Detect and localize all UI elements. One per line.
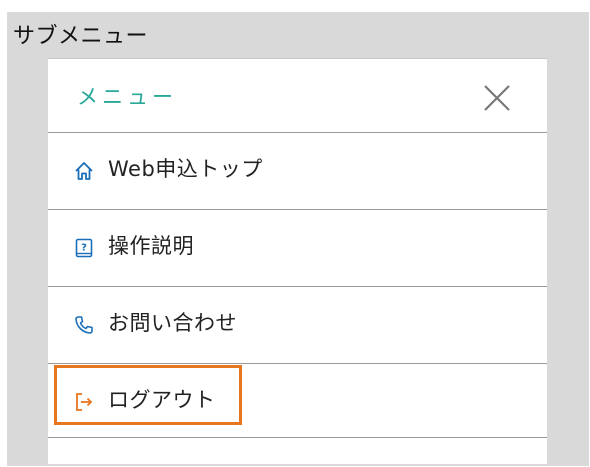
close-icon <box>484 85 510 111</box>
menu-title: メニュー <box>77 85 177 109</box>
menu-item-label: Web申込トップ <box>108 157 263 181</box>
submenu-frame: サブメニュー メニュー Web申込トップ ? 操作説明 お問い合わせ ログアウト <box>7 12 589 466</box>
logout-highlight-box <box>54 365 242 425</box>
menu-header: メニュー <box>48 58 547 132</box>
phone-icon <box>75 316 93 334</box>
menu-item-label: お問い合わせ <box>108 311 237 335</box>
menu-item-contact[interactable]: お問い合わせ <box>48 287 547 363</box>
divider <box>48 437 547 438</box>
home-icon <box>75 162 93 180</box>
menu-panel: メニュー Web申込トップ ? 操作説明 お問い合わせ ログアウト <box>48 58 547 464</box>
menu-item-web-top[interactable]: Web申込トップ <box>48 133 547 209</box>
close-button[interactable] <box>481 82 513 114</box>
frame-title: サブメニュー <box>13 24 149 49</box>
menu-item-instructions[interactable]: ? 操作説明 <box>48 210 547 286</box>
menu-item-label: 操作説明 <box>108 234 194 258</box>
svg-text:?: ? <box>81 243 87 254</box>
help-book-icon: ? <box>75 238 93 258</box>
